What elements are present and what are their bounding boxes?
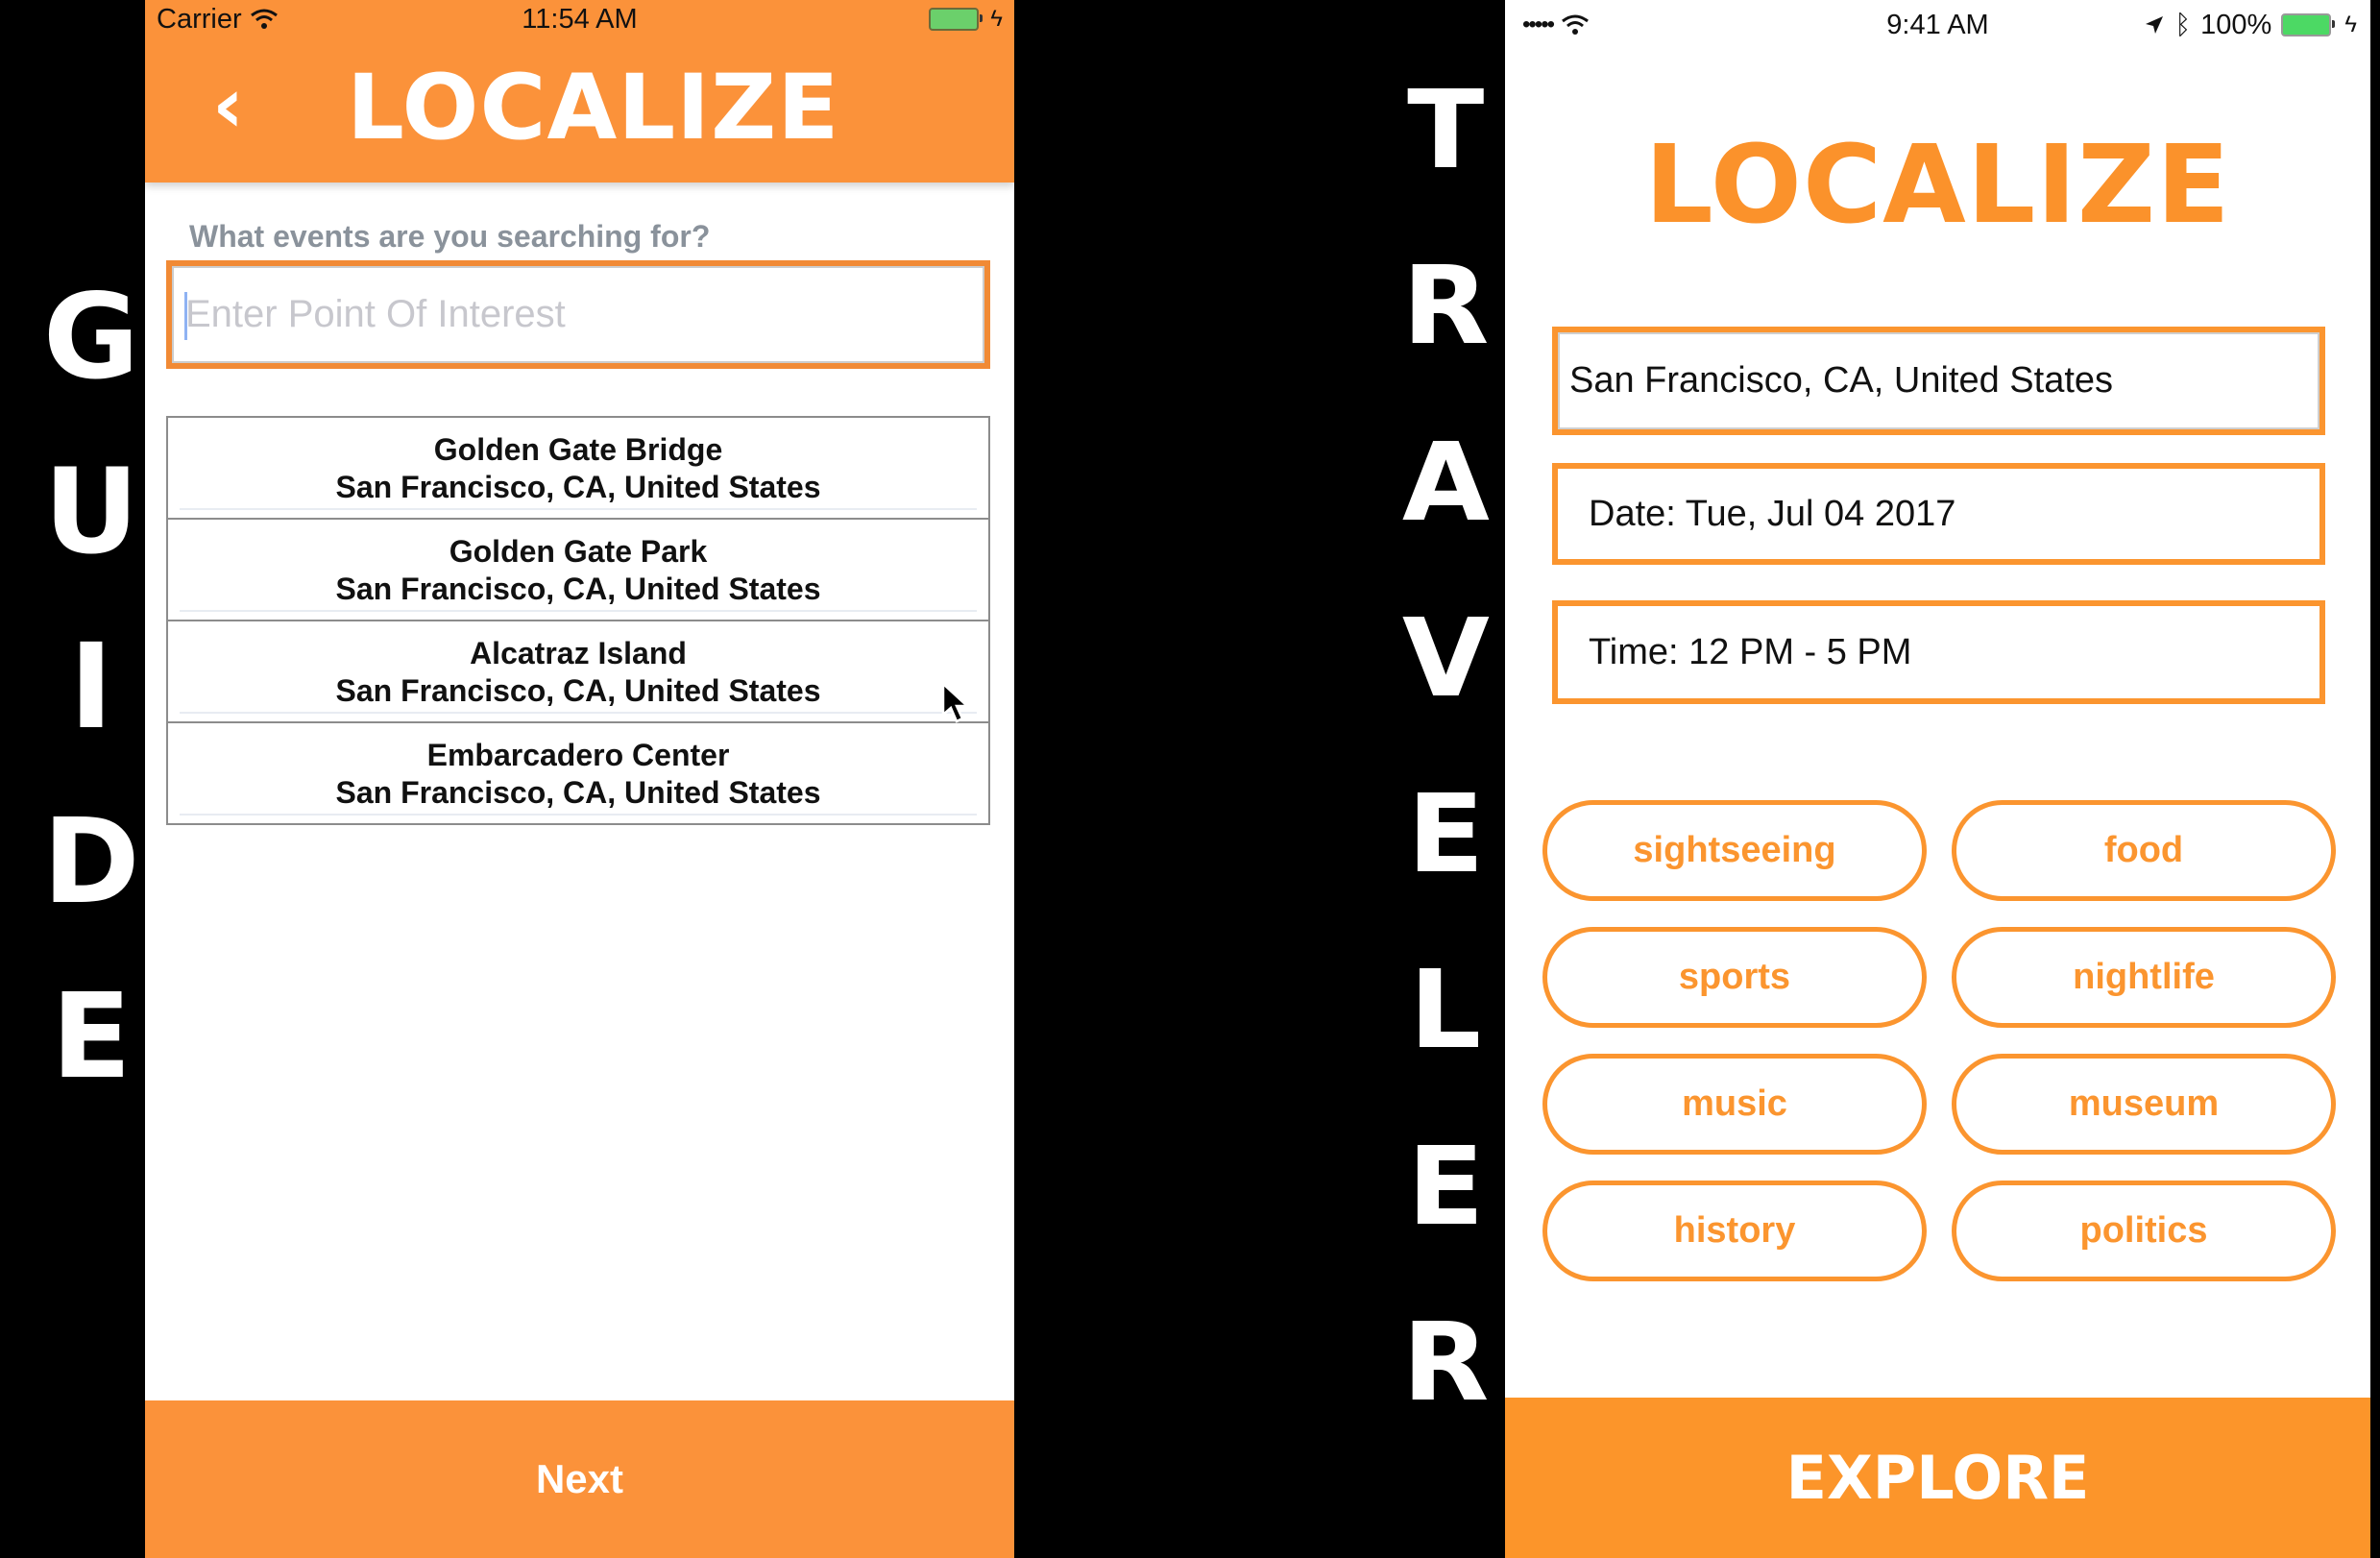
- traveler-letter: E: [1406, 772, 1485, 898]
- location-field[interactable]: San Francisco, CA, United States: [1552, 327, 2325, 435]
- next-button[interactable]: Next: [145, 1400, 1014, 1558]
- guide-letter: D: [42, 793, 140, 930]
- poi-name: Golden Gate Bridge: [433, 432, 723, 467]
- row-separator: [180, 508, 977, 510]
- category-chip-sightseeing[interactable]: sightseeing: [1542, 800, 1927, 901]
- traveler-vertical-label: T R A V E L E R: [1383, 77, 1508, 1417]
- poi-address: San Francisco, CA, United States: [335, 470, 821, 504]
- poi-name: Alcatraz Island: [470, 636, 687, 670]
- poi-address: San Francisco, CA, United States: [335, 572, 821, 606]
- category-chip-sports[interactable]: sports: [1542, 927, 1927, 1028]
- status-battery: ϟ: [929, 0, 1003, 38]
- category-chip-museum[interactable]: museum: [1952, 1054, 2336, 1155]
- poi-name: Golden Gate Park: [449, 534, 708, 569]
- category-chip-politics[interactable]: politics: [1952, 1181, 2336, 1281]
- text-caret: [184, 292, 187, 340]
- list-item[interactable]: Alcatraz Island San Francisco, CA, Unite…: [168, 621, 988, 723]
- nav-header: Carrier 11:54 AM ϟ ‹ LOCALIZE: [145, 0, 1014, 183]
- list-item[interactable]: Golden Gate Bridge San Francisco, CA, Un…: [168, 418, 988, 520]
- search-prompt: What events are you searching for?: [189, 219, 711, 254]
- app-title: LOCALIZE: [347, 56, 840, 160]
- category-chip-nightlife[interactable]: nightlife: [1952, 927, 2336, 1028]
- bluetooth-icon: ᛒ: [2174, 10, 2192, 39]
- app-title: LOCALIZE: [1644, 123, 2231, 248]
- traveler-letter: R: [1401, 1300, 1490, 1425]
- guide-letter: U: [43, 444, 139, 580]
- guide-screen: Carrier 11:54 AM ϟ ‹ LOCALIZE What event…: [145, 0, 1014, 1558]
- explore-button[interactable]: EXPLORE: [1505, 1398, 2370, 1558]
- mouse-pointer-icon: [941, 682, 971, 723]
- status-time: 11:54 AM: [522, 3, 638, 35]
- traveler-letter: E: [1406, 1124, 1485, 1250]
- row-separator: [180, 814, 977, 816]
- guide-letter: I: [69, 619, 113, 755]
- poi-name: Embarcadero Center: [426, 738, 730, 772]
- traveler-letter: L: [1409, 948, 1482, 1074]
- category-chip-music[interactable]: music: [1542, 1054, 1927, 1155]
- guide-letter: G: [42, 269, 140, 405]
- charging-icon: ϟ: [2344, 12, 2357, 37]
- location-arrow-icon: [2146, 16, 2164, 34]
- poi-address: San Francisco, CA, United States: [335, 673, 821, 708]
- traveler-letter: R: [1401, 244, 1490, 370]
- row-separator: [180, 610, 977, 612]
- status-indicators: ᛒ 100% ϟ: [2144, 0, 2357, 50]
- poi-search-input[interactable]: [172, 266, 984, 363]
- traveler-screen: ••••• 9:41 AM ᛒ 100% ϟ LOCALIZE San Fran…: [1505, 0, 2370, 1558]
- date-field[interactable]: Date: Tue, Jul 04 2017: [1552, 463, 2325, 565]
- battery-icon: [929, 8, 984, 31]
- traveler-letter: V: [1401, 596, 1490, 721]
- traveler-letter: T: [1406, 68, 1485, 193]
- battery-percent: 100%: [2200, 9, 2272, 40]
- battery-icon: [2281, 13, 2336, 37]
- time-range-field[interactable]: Time: 12 PM - 5 PM: [1552, 600, 2325, 704]
- poi-search-field[interactable]: [166, 260, 990, 369]
- charging-icon: ϟ: [990, 6, 1003, 32]
- category-chip-food[interactable]: food: [1952, 800, 2336, 901]
- chevron-left-icon[interactable]: ‹: [212, 67, 270, 144]
- poi-address: San Francisco, CA, United States: [335, 775, 821, 810]
- category-chip-history[interactable]: history: [1542, 1181, 1927, 1281]
- list-item[interactable]: Embarcadero Center San Francisco, CA, Un…: [168, 723, 988, 823]
- guide-vertical-label: G U I D E: [29, 279, 154, 1095]
- poi-results-list: Golden Gate Bridge San Francisco, CA, Un…: [166, 416, 990, 825]
- row-separator: [180, 712, 977, 714]
- guide-letter: E: [51, 968, 132, 1105]
- list-item[interactable]: Golden Gate Park San Francisco, CA, Unit…: [168, 520, 988, 621]
- traveler-letter: A: [1401, 420, 1490, 546]
